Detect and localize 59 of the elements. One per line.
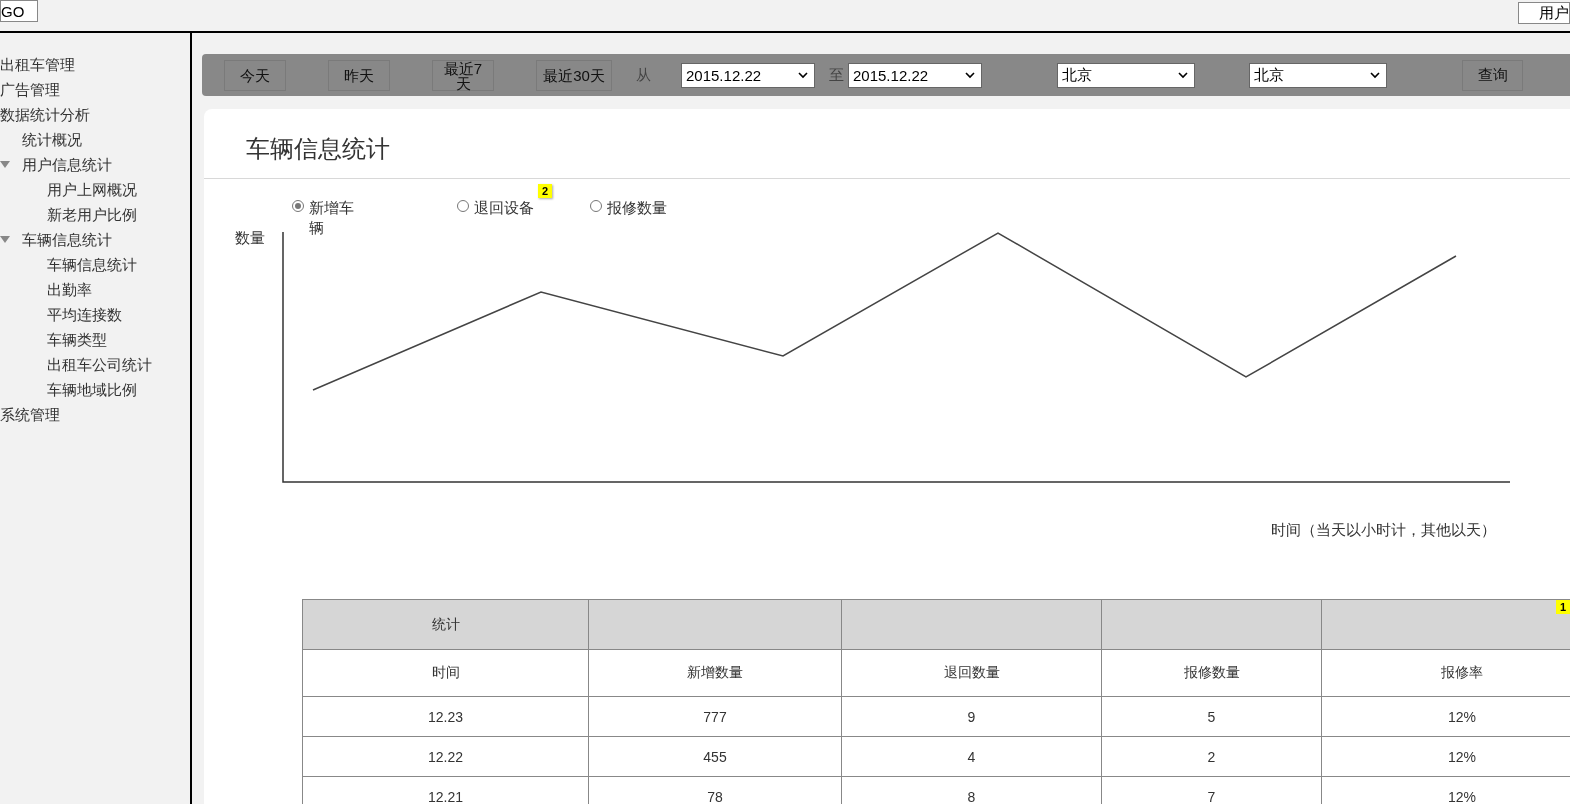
- radio-label: 退回设备: [474, 198, 534, 218]
- table-cell: 2: [1101, 736, 1322, 777]
- table-cell: 5: [1101, 696, 1322, 737]
- date-range-button[interactable]: 今天: [224, 59, 286, 91]
- table-cell: 777: [588, 696, 842, 737]
- table-cell: 455: [588, 736, 842, 777]
- page-title: 车辆信息统计: [204, 109, 1570, 179]
- date-range-button[interactable]: 最近7天: [432, 59, 494, 91]
- user-button[interactable]: 用户: [1518, 2, 1570, 24]
- go-button[interactable]: GO: [0, 0, 38, 22]
- column-header: 报修数量: [1101, 649, 1322, 697]
- table-header-cell: 统计: [302, 599, 589, 650]
- x-axis-label: 时间（当天以小时计，其他以天）: [1271, 521, 1496, 540]
- y-axis-label: 数量: [235, 229, 265, 248]
- column-header: 时间: [302, 649, 589, 697]
- sidebar-item[interactable]: 系统管理: [0, 402, 60, 427]
- sidebar-item[interactable]: 数据统计分析: [0, 102, 90, 127]
- date-dropdown[interactable]: 2015.12.22: [681, 62, 815, 88]
- sidebar-item[interactable]: 车辆信息统计: [22, 227, 112, 252]
- from-label: 从: [636, 65, 651, 85]
- sidebar-item[interactable]: 出勤率: [47, 277, 92, 302]
- date-range-button[interactable]: 最近30天: [536, 59, 612, 91]
- sidebar-item[interactable]: 平均连接数: [47, 302, 122, 327]
- chevron-down-icon: [965, 71, 975, 79]
- city-dropdown[interactable]: 北京: [1057, 62, 1195, 88]
- radio-button[interactable]: [590, 200, 602, 212]
- date-dropdown[interactable]: 2015.12.22: [848, 62, 982, 88]
- expand-triangle-icon[interactable]: [0, 160, 10, 169]
- city-dropdown[interactable]: 北京: [1249, 62, 1387, 88]
- radio-button[interactable]: [457, 200, 469, 212]
- note-badge: 2: [537, 184, 552, 198]
- sidebar-item[interactable]: 车辆信息统计: [47, 252, 137, 277]
- sidebar-item[interactable]: 新老用户比例: [47, 202, 137, 227]
- sidebar-item[interactable]: 车辆类型: [47, 327, 107, 352]
- note-badge: 1: [1556, 600, 1570, 614]
- query-button[interactable]: 查询: [1462, 59, 1523, 91]
- chevron-down-icon: [1178, 71, 1188, 79]
- sidebar-item[interactable]: 出租车管理: [0, 52, 75, 77]
- sidebar-item[interactable]: 车辆地域比例: [47, 377, 137, 402]
- table-cell: 9: [841, 696, 1102, 737]
- sidebar-item[interactable]: 广告管理: [0, 77, 60, 102]
- sidebar-item[interactable]: 用户上网概况: [47, 177, 137, 202]
- sidebar-item[interactable]: 用户信息统计: [22, 152, 112, 177]
- column-header: 退回数量: [841, 649, 1102, 697]
- radio-label: 报修数量: [607, 198, 667, 218]
- radio-label: 新增车辆: [309, 198, 355, 238]
- expand-triangle-icon[interactable]: [0, 235, 10, 244]
- sidebar-item[interactable]: 出租车公司统计: [47, 352, 152, 377]
- chevron-down-icon: [1370, 71, 1380, 79]
- date-range-button[interactable]: 昨天: [328, 59, 390, 91]
- table-cell: 4: [841, 736, 1102, 777]
- table-cell: 12.22: [302, 736, 589, 777]
- sidebar-item[interactable]: 统计概况: [22, 127, 82, 152]
- to-label: 至: [829, 65, 844, 85]
- column-header: 新增数量: [588, 649, 842, 697]
- table-cell: 12.23: [302, 696, 589, 737]
- table-cell: 12.21: [302, 776, 589, 804]
- radio-button[interactable]: [292, 200, 304, 212]
- chevron-down-icon: [798, 71, 808, 79]
